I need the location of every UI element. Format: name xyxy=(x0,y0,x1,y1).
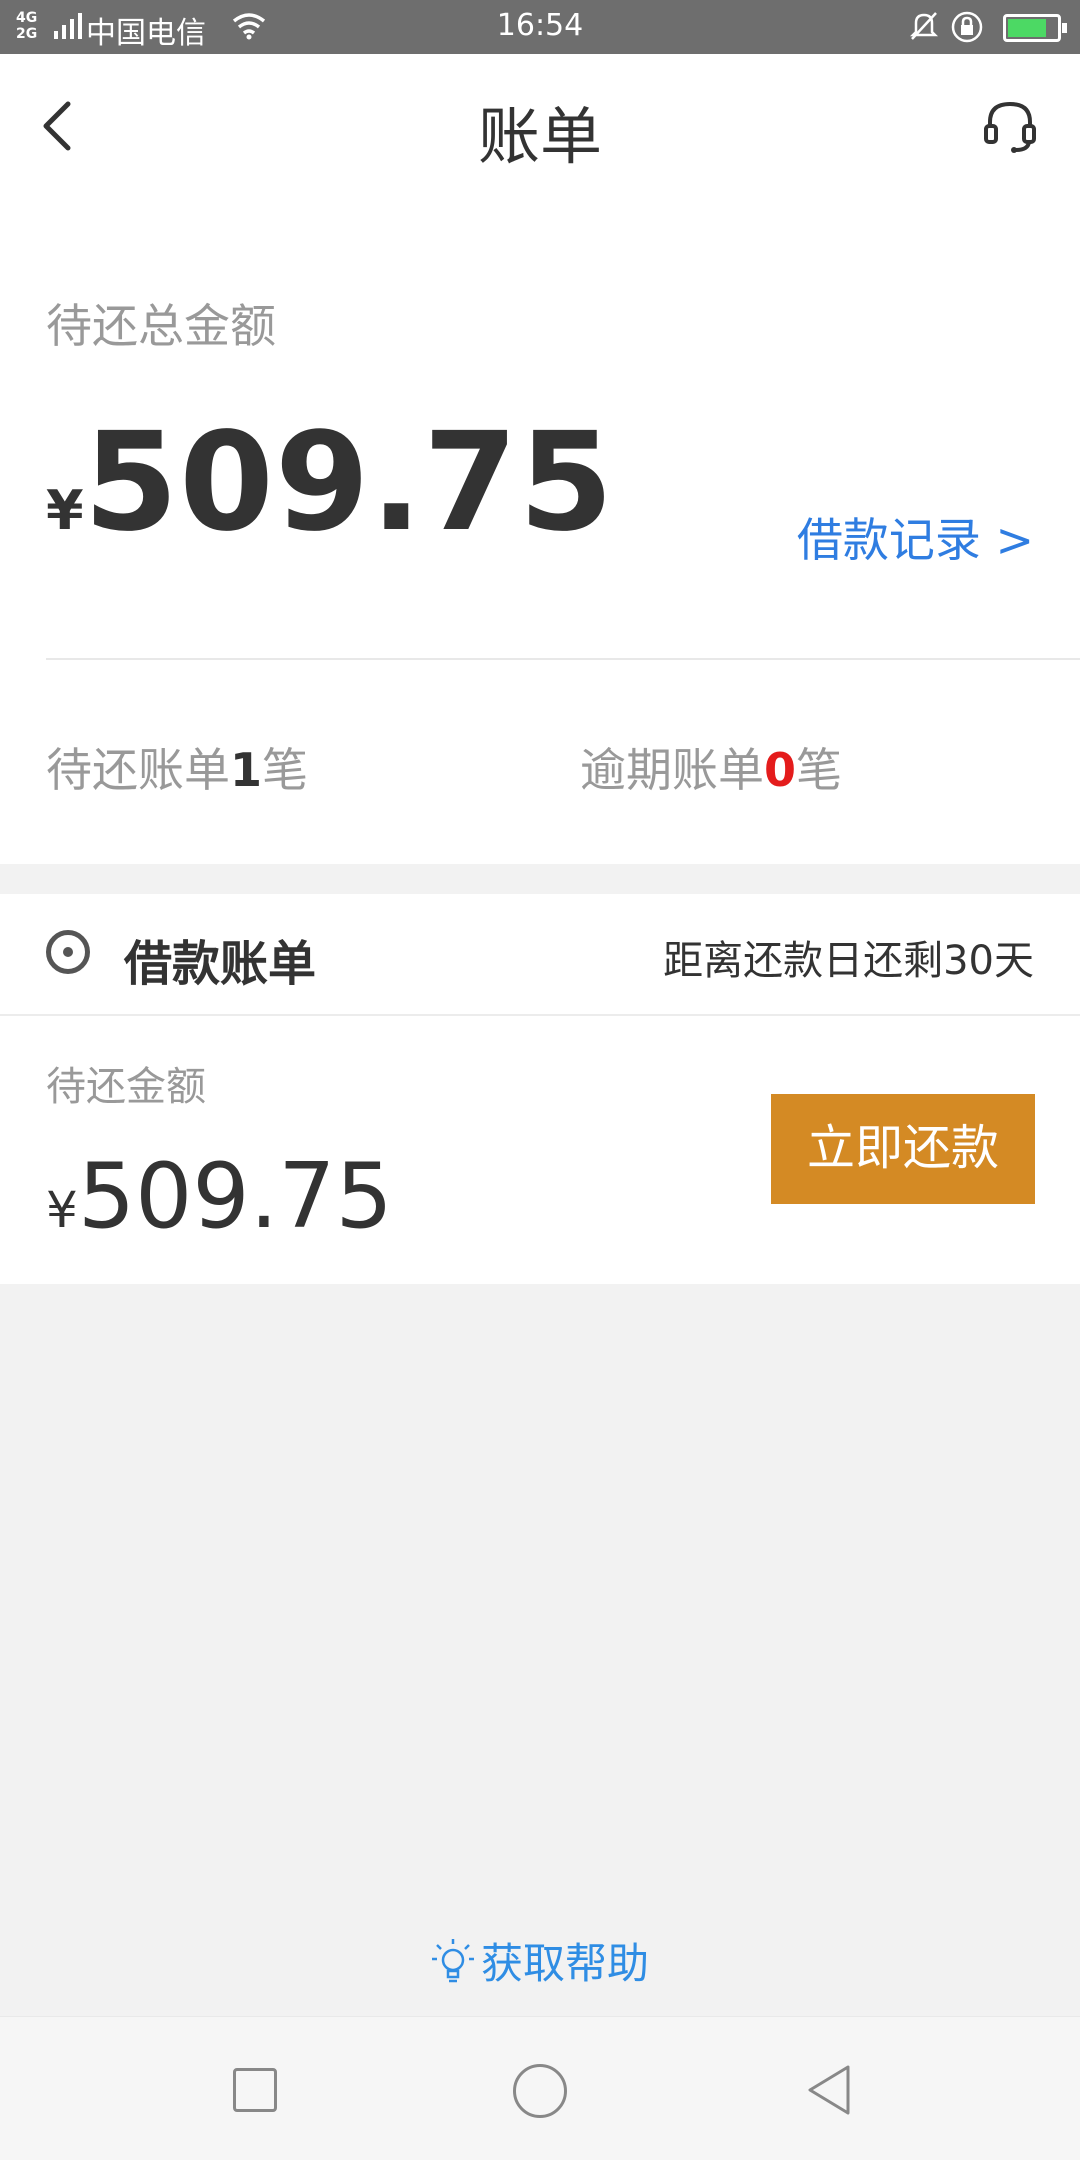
pending-prefix: 待还账单 xyxy=(46,743,230,797)
system-nav-bar xyxy=(0,2016,1080,2160)
pending-suffix: 笔 xyxy=(262,743,309,797)
loan-bill-title: 借款账单 xyxy=(124,936,317,992)
silent-bell-icon xyxy=(909,12,939,40)
bill-target-dot xyxy=(63,947,73,957)
battery-cap xyxy=(1062,23,1067,33)
divider xyxy=(46,658,1080,660)
nav-back-button[interactable] xyxy=(804,2063,854,2117)
overdue-prefix: 逾期账单 xyxy=(580,743,764,797)
battery-icon xyxy=(1003,14,1067,42)
recent-apps-button[interactable] xyxy=(233,2068,277,2112)
home-button[interactable] xyxy=(513,2064,567,2118)
bill-page: 4G 2G 中国电信 16:54 账单 待还总金额 ¥509.75 借款记录 >… xyxy=(0,0,1080,2160)
get-help-link[interactable]: 获取帮助 xyxy=(0,1930,1080,1991)
get-help-label: 获取帮助 xyxy=(480,1939,649,1988)
pending-bills[interactable]: 待还账单1笔 xyxy=(46,734,308,800)
headset-icon[interactable] xyxy=(982,98,1038,154)
app-header: 账单 xyxy=(0,54,1080,194)
overdue-bills[interactable]: 逾期账单0笔 xyxy=(580,734,842,800)
amount-due-value: 509.75 xyxy=(77,1144,393,1249)
page-title: 账单 xyxy=(477,100,602,173)
overdue-suffix: 笔 xyxy=(796,743,843,797)
bill-target-icon xyxy=(46,930,90,974)
pending-count: 1 xyxy=(230,743,263,797)
loan-bill-card: 借款账单 距离还款日还剩30天 待还金额 ¥509.75 立即还款 xyxy=(0,894,1080,1284)
amount-due-label: 待还金额 xyxy=(46,1064,206,1110)
total-label: 待还总金额 xyxy=(46,299,276,353)
overdue-count: 0 xyxy=(764,743,797,797)
currency-symbol: ¥ xyxy=(46,479,84,542)
loan-bill-header: 借款账单 距离还款日还剩30天 xyxy=(0,894,1080,1014)
summary-card: 待还总金额 ¥509.75 借款记录 > 待还账单1笔 逾期账单0笔 xyxy=(0,194,1080,864)
status-bar: 4G 2G 中国电信 16:54 xyxy=(0,0,1080,54)
repay-now-button[interactable]: 立即还款 xyxy=(771,1094,1035,1204)
days-remaining: 距离还款日还剩30天 xyxy=(663,938,1034,984)
loan-record-link[interactable]: 借款记录 > xyxy=(797,504,1034,570)
amount-due: ¥509.75 xyxy=(46,1144,393,1249)
total-amount: ¥509.75 xyxy=(46,404,614,562)
total-amount-value: 509.75 xyxy=(83,404,615,562)
battery-level xyxy=(1008,19,1046,37)
currency-symbol: ¥ xyxy=(46,1181,78,1239)
lightbulb-icon xyxy=(431,1938,474,1982)
divider xyxy=(0,1014,1080,1016)
rotation-lock-icon xyxy=(951,11,983,43)
